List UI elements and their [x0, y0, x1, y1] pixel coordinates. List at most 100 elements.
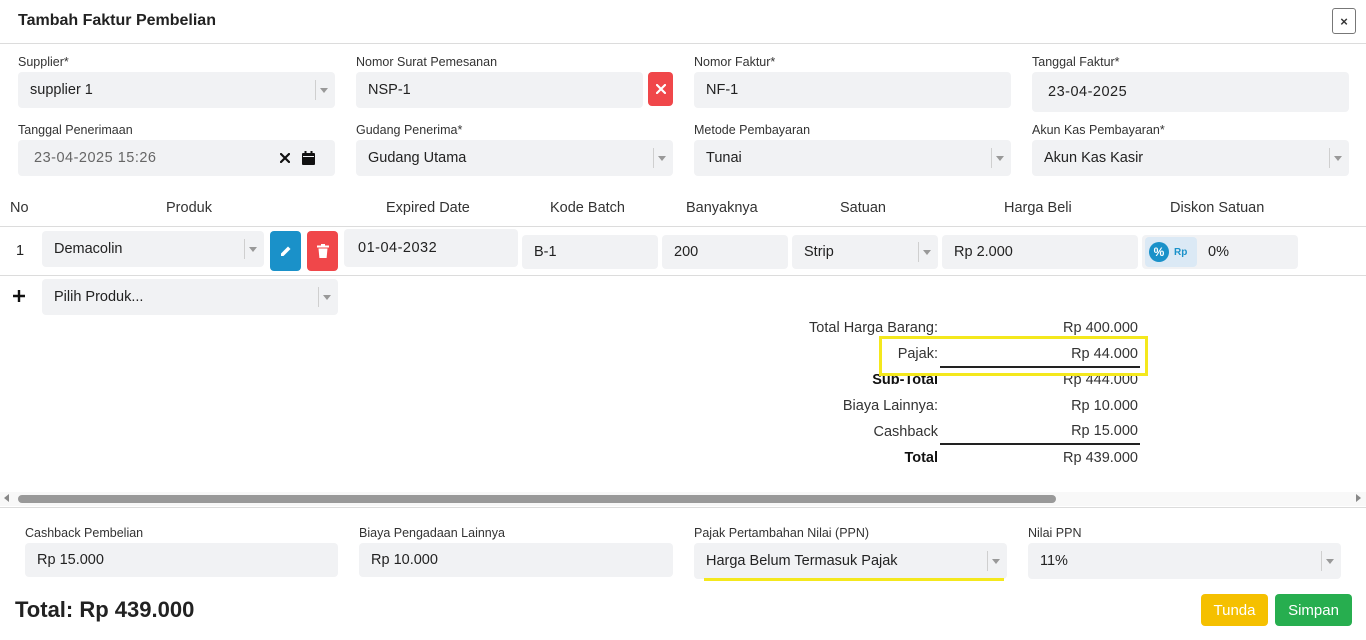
- metode-label: Metode Pembayaran: [694, 123, 811, 137]
- chevron-down-icon: [653, 148, 667, 168]
- akun-kas-select[interactable]: Akun Kas Kasir: [1032, 140, 1349, 176]
- ppn-select[interactable]: Harga Belum Termasuk Pajak: [694, 543, 1007, 579]
- scroll-left-icon[interactable]: [4, 494, 9, 502]
- nilai-ppn-select[interactable]: 11%: [1028, 543, 1341, 579]
- nomor-faktur-label: Nomor Faktur*: [694, 55, 776, 69]
- close-icon: [655, 84, 666, 94]
- tanggal-penerimaan-input[interactable]: 23-04-2025 15:26: [18, 140, 335, 176]
- gudang-label: Gudang Penerima*: [356, 123, 463, 137]
- divider: [0, 226, 1366, 227]
- highlight-underline: [704, 578, 1004, 581]
- nomor-surat-label: Nomor Surat Pemesanan: [356, 55, 498, 69]
- header-harga: Harga Beli: [1004, 200, 1072, 216]
- divider: [0, 507, 1366, 508]
- gudang-select[interactable]: Gudang Utama: [356, 140, 673, 176]
- cashback-pembelian-label: Cashback Pembelian: [25, 526, 144, 540]
- expired-value: 01-04-2032: [358, 240, 438, 256]
- satuan-select[interactable]: Strip: [792, 235, 938, 269]
- ppn-label: Pajak Pertambahan Nilai (PPN): [694, 526, 870, 540]
- diskon-value: 0%: [1208, 244, 1229, 260]
- calendar-icon[interactable]: [302, 151, 315, 165]
- product-select[interactable]: Demacolin: [42, 231, 264, 267]
- biaya-pengadaan-value: Rp 10.000: [371, 552, 438, 568]
- cashback-pembelian-input[interactable]: Rp 15.000: [25, 543, 338, 577]
- discount-toggle-button[interactable]: % Rp: [1145, 237, 1197, 267]
- chevron-down-icon: [244, 239, 258, 259]
- supplier-select[interactable]: supplier 1: [18, 72, 335, 108]
- add-product-placeholder: Pilih Produk...: [54, 289, 144, 305]
- harga-input[interactable]: Rp 2.000: [942, 235, 1138, 269]
- biaya-lainnya-label: Biaya Lainnya:: [842, 398, 938, 414]
- cashback-pembelian-value: Rp 15.000: [37, 552, 104, 568]
- scrollbar-thumb[interactable]: [18, 495, 1056, 503]
- nomor-surat-value: NSP-1: [368, 82, 411, 98]
- batch-input[interactable]: B-1: [522, 235, 658, 269]
- pencil-icon: [280, 246, 290, 256]
- harga-value: Rp 2.000: [954, 244, 1013, 260]
- nomor-surat-input[interactable]: NSP-1: [356, 72, 643, 108]
- header-no: No: [10, 200, 29, 216]
- scroll-right-icon[interactable]: [1356, 494, 1361, 502]
- plus-icon[interactable]: [12, 289, 26, 303]
- chevron-down-icon: [918, 242, 932, 262]
- total-harga-label: Total Harga Barang:: [809, 320, 938, 336]
- simpan-button[interactable]: Simpan: [1275, 594, 1352, 626]
- qty-value: 200: [674, 244, 699, 260]
- batch-value: B-1: [534, 244, 557, 260]
- grand-total: Total: Rp 439.000: [15, 597, 195, 622]
- modal-title: Tambah Faktur Pembelian: [18, 12, 216, 29]
- chevron-down-icon: [991, 148, 1005, 168]
- header-expired: Expired Date: [386, 200, 470, 216]
- cashback-label: Cashback: [873, 424, 938, 440]
- gudang-value: Gudang Utama: [368, 150, 467, 166]
- header-produk: Produk: [166, 200, 212, 216]
- qty-input[interactable]: 200: [662, 235, 788, 269]
- nomor-faktur-value: NF-1: [706, 82, 739, 98]
- cashback-value: Rp 15.000: [1071, 423, 1138, 439]
- tanggal-faktur-value: 23-04-2025: [1048, 84, 1128, 100]
- biaya-pengadaan-input[interactable]: Rp 10.000: [359, 543, 673, 577]
- close-button[interactable]: ×: [1332, 8, 1356, 34]
- chevron-down-icon: [1321, 551, 1335, 571]
- tanggal-faktur-label: Tanggal Faktur*: [1032, 55, 1120, 69]
- tunda-button[interactable]: Tunda: [1201, 594, 1268, 626]
- chevron-down-icon: [987, 551, 1001, 571]
- header-diskon: Diskon Satuan: [1170, 200, 1265, 216]
- trash-icon: [316, 244, 329, 258]
- chevron-down-icon: [318, 287, 332, 307]
- biaya-pengadaan-label: Biaya Pengadaan Lainnya: [359, 526, 505, 540]
- ppn-value: Harga Belum Termasuk Pajak: [706, 553, 898, 569]
- chevron-down-icon: [315, 80, 329, 100]
- rupiah-label: Rp: [1174, 246, 1188, 258]
- akun-kas-label: Akun Kas Pembayaran*: [1032, 123, 1165, 137]
- satuan-value: Strip: [804, 244, 834, 260]
- header-qty: Banyaknya: [686, 200, 758, 216]
- percent-icon: %: [1149, 242, 1169, 262]
- edit-button[interactable]: [270, 231, 301, 271]
- total-harga-value: Rp 400.000: [1063, 320, 1138, 336]
- nilai-ppn-label: Nilai PPN: [1028, 526, 1082, 540]
- divider: [940, 443, 1140, 445]
- tanggal-penerimaan-label: Tanggal Penerimaan: [18, 123, 133, 137]
- clear-surat-button[interactable]: [648, 72, 673, 106]
- chevron-down-icon: [1329, 148, 1343, 168]
- supplier-label: Supplier*: [18, 55, 69, 69]
- supplier-value: supplier 1: [30, 82, 93, 98]
- clear-icon[interactable]: [280, 153, 290, 163]
- header-satuan: Satuan: [840, 200, 886, 216]
- nilai-ppn-value: 11%: [1040, 553, 1068, 569]
- nomor-faktur-input[interactable]: NF-1: [694, 72, 1011, 108]
- close-icon: ×: [1340, 13, 1348, 29]
- header-batch: Kode Batch: [550, 200, 625, 216]
- metode-select[interactable]: Tunai: [694, 140, 1011, 176]
- row-no: 1: [16, 243, 25, 259]
- tanggal-faktur-input[interactable]: 23-04-2025: [1032, 72, 1349, 112]
- total-label: Total: [904, 450, 938, 466]
- delete-button[interactable]: [307, 231, 338, 271]
- add-product-select[interactable]: Pilih Produk...: [42, 279, 338, 315]
- total-value: Rp 439.000: [1063, 450, 1138, 466]
- divider: [0, 275, 1366, 276]
- expired-date-input[interactable]: 01-04-2032: [344, 229, 518, 267]
- tanggal-penerimaan-value: 23-04-2025 15:26: [34, 150, 157, 166]
- biaya-lainnya-value: Rp 10.000: [1071, 398, 1138, 414]
